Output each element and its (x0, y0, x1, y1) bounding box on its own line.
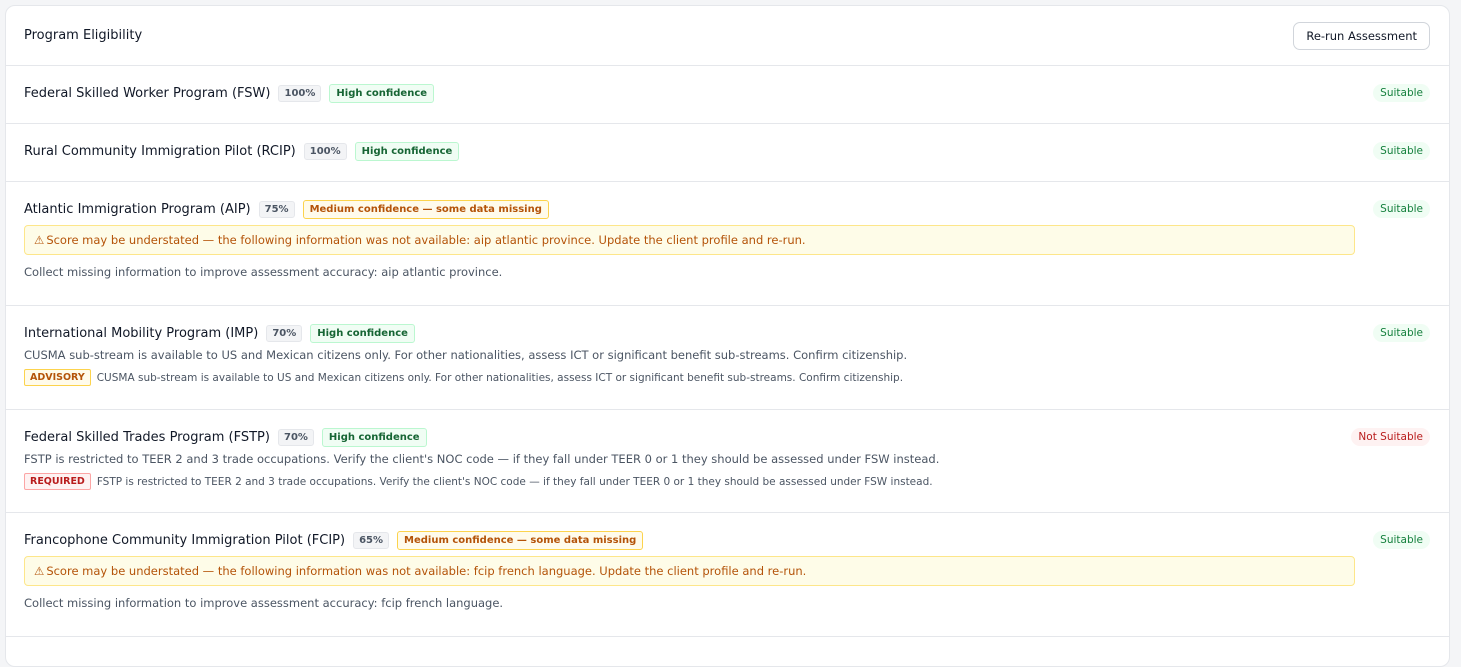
program-row-imp: International Mobility Program (IMP) 70%… (6, 306, 1449, 410)
program-row-fstp: Federal Skilled Trades Program (FSTP) 70… (6, 410, 1449, 513)
rerun-assessment-button[interactable]: Re-run Assessment (1293, 21, 1430, 50)
score-badge: 75% (258, 200, 295, 218)
score-badge: 70% (266, 324, 303, 342)
program-row-fcip: Francophone Community Immigration Pilot … (6, 513, 1449, 637)
missing-data-warning: ⚠ Score may be understated — the followi… (24, 225, 1355, 255)
status-badge: Suitable (1373, 200, 1430, 218)
status-badge: Suitable (1373, 84, 1430, 102)
program-row-aip: Atlantic Immigration Program (AIP) 75% M… (6, 182, 1449, 306)
status-badge: Suitable (1373, 324, 1430, 342)
required-tag: REQUIRED (24, 473, 91, 490)
card-header: Program Eligibility Re-run Assessment (6, 6, 1449, 66)
score-badge: 100% (303, 142, 347, 160)
advisory-tag: ADVISORY (24, 369, 91, 386)
confidence-badge: High confidence (321, 427, 427, 447)
confidence-badge: Medium confidence — some data missing (302, 199, 549, 219)
missing-data-warning: ⚠ Score may be understated — the followi… (24, 556, 1355, 586)
program-name: Rural Community Immigration Pilot (RCIP) (24, 143, 296, 159)
program-name: International Mobility Program (IMP) (24, 325, 259, 341)
program-note: FSTP is restricted to TEER 2 and 3 trade… (24, 452, 940, 466)
program-eligibility-card: Program Eligibility Re-run Assessment Fe… (5, 5, 1450, 667)
required-flag: REQUIRED FSTP is restricted to TEER 2 an… (24, 473, 1430, 490)
warning-text: Score may be understated — the following… (46, 233, 806, 247)
confidence-badge: High confidence (354, 141, 460, 161)
confidence-badge: High confidence (310, 323, 415, 343)
program-name: Federal Skilled Trades Program (FSTP) (24, 429, 270, 445)
status-badge: Suitable (1373, 142, 1430, 160)
advisory-flag: ADVISORY CUSMA sub-stream is available t… (24, 369, 1430, 386)
score-badge: 65% (353, 531, 390, 549)
score-badge: 100% (278, 84, 322, 102)
warning-text: Score may be understated — the following… (46, 564, 807, 578)
flag-text: CUSMA sub-stream is available to US and … (96, 371, 904, 384)
program-note: CUSMA sub-stream is available to US and … (24, 348, 908, 362)
warning-icon: ⚠ (34, 233, 45, 247)
confidence-badge: Medium confidence — some data missing (397, 530, 644, 550)
program-name: Atlantic Immigration Program (AIP) (24, 201, 251, 217)
page-title: Program Eligibility (24, 28, 143, 43)
program-name: Federal Skilled Worker Program (FSW) (24, 85, 271, 101)
status-badge: Not Suitable (1351, 428, 1430, 446)
status-badge: Suitable (1373, 531, 1430, 549)
warning-icon: ⚠ (34, 564, 45, 578)
program-row-rcip: Rural Community Immigration Pilot (RCIP)… (6, 124, 1449, 182)
program-row-fsw: Federal Skilled Worker Program (FSW) 100… (6, 66, 1449, 124)
score-badge: 70% (277, 428, 314, 446)
confidence-badge: High confidence (329, 83, 435, 103)
program-name: Francophone Community Immigration Pilot … (24, 532, 346, 548)
flag-text: FSTP is restricted to TEER 2 and 3 trade… (96, 475, 933, 488)
collect-info-text: Collect missing information to improve a… (24, 265, 503, 279)
collect-info-text: Collect missing information to improve a… (24, 596, 504, 610)
